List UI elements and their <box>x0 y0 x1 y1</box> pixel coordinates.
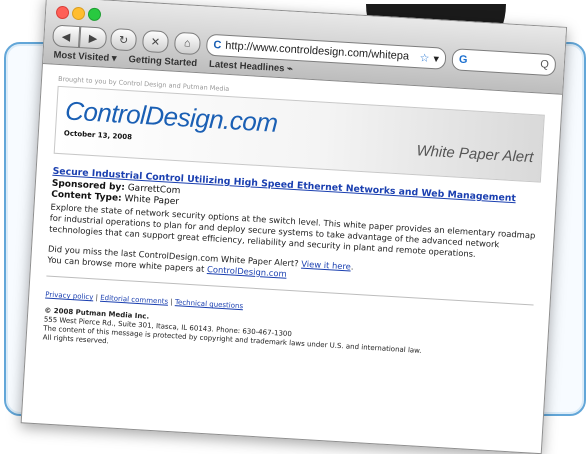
zoom-window-button[interactable] <box>87 7 102 22</box>
privacy-policy-link[interactable]: Privacy policy <box>45 290 94 301</box>
stop-button[interactable]: ✕ <box>141 29 170 54</box>
minimize-window-button[interactable] <box>71 6 86 21</box>
site-favicon-icon: C <box>213 39 222 52</box>
back-forward-group: ◀ ▶ <box>52 24 108 50</box>
search-icon: Q <box>539 58 550 71</box>
back-button[interactable]: ◀ <box>52 24 81 49</box>
bookmark-latest-headlines[interactable]: Latest Headlines ⌁ <box>209 59 293 75</box>
address-bar-text: http://www.controldesign.com/whitepa <box>224 39 410 63</box>
stop-icon: ✕ <box>150 35 161 49</box>
alert-type-label: White Paper Alert <box>415 142 534 167</box>
bookmark-getting-started[interactable]: Getting Started <box>128 54 197 69</box>
forward-button[interactable]: ▶ <box>78 26 108 50</box>
reload-icon: ↻ <box>118 33 129 47</box>
search-engine-icon[interactable]: G <box>459 54 468 66</box>
editorial-comments-link[interactable]: Editorial comments <box>100 294 168 306</box>
home-icon: ⌂ <box>183 37 192 50</box>
reload-button[interactable]: ↻ <box>109 27 138 52</box>
close-window-button[interactable] <box>55 5 70 20</box>
history-dropdown-icon[interactable]: ▾ <box>433 52 439 65</box>
bookmark-most-visited[interactable]: Most Visited ▾ <box>53 50 117 65</box>
search-box[interactable]: G Q <box>451 48 557 77</box>
forward-arrow-icon: ▶ <box>88 32 98 45</box>
back-arrow-icon: ◀ <box>61 30 71 44</box>
content-type-value: White Paper <box>124 194 180 208</box>
issue-date: October 13, 2008 <box>63 129 133 142</box>
bookmark-star-icon[interactable]: ☆ <box>419 51 430 65</box>
view-it-here-link[interactable]: View it here <box>301 259 351 272</box>
home-button[interactable]: ⌂ <box>173 31 202 56</box>
browser-window: ◀ ▶ ↻ ✕ ⌂ C http://www.controldesign.com… <box>20 0 568 454</box>
technical-questions-link[interactable]: Technical questions <box>175 298 244 310</box>
article-block: Secure Industrial Control Utilizing High… <box>46 157 541 306</box>
email-content: Brought to you by Control Design and Put… <box>26 64 562 372</box>
